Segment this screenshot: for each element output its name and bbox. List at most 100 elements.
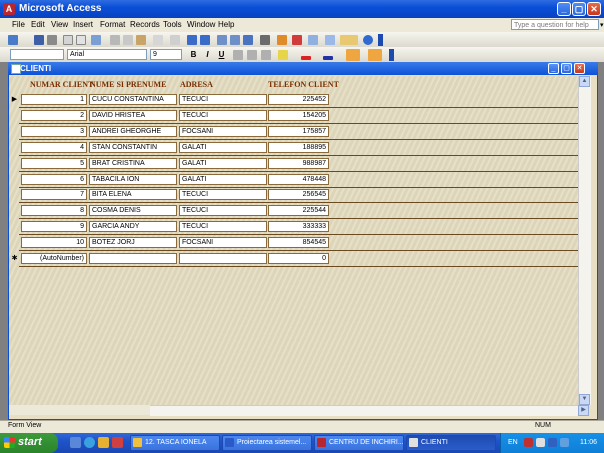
- task-folder[interactable]: 12. TASCA IONELA: [130, 435, 220, 451]
- underline-button[interactable]: U: [216, 49, 227, 60]
- task-word[interactable]: Proiectarea sistemel...: [222, 435, 312, 451]
- special-effect-icon[interactable]: [368, 49, 382, 61]
- hyperlink-icon[interactable]: [170, 35, 180, 45]
- field-name[interactable]: GARCIA ANDY: [89, 221, 177, 233]
- field-address[interactable]: TECUCI: [179, 205, 267, 217]
- task-access-db[interactable]: CENTRU DE INCHIRI...: [314, 435, 404, 451]
- field-address[interactable]: GALATI: [179, 173, 267, 185]
- field-id[interactable]: 2: [21, 109, 87, 121]
- toolbar-options-icon[interactable]: [378, 34, 383, 46]
- field-name[interactable]: BITA ELENA: [89, 189, 177, 201]
- new-object-icon[interactable]: [340, 35, 358, 45]
- copy-icon[interactable]: [123, 35, 133, 45]
- scroll-right-icon[interactable]: ▶: [578, 405, 589, 416]
- field-name[interactable]: COSMA DENIS: [89, 205, 177, 217]
- formatting-options-icon[interactable]: [389, 49, 394, 61]
- field-id[interactable]: 6: [21, 173, 87, 185]
- filter-by-selection-icon[interactable]: [217, 35, 227, 45]
- field-address[interactable]: TECUCI: [179, 221, 267, 233]
- field-phone[interactable]: 225544: [268, 205, 329, 217]
- field-name[interactable]: DAVID HRISTEA: [89, 109, 177, 121]
- properties-icon[interactable]: [308, 35, 318, 45]
- spelling-icon[interactable]: [91, 35, 101, 45]
- view-icon[interactable]: [8, 35, 18, 45]
- field-address[interactable]: FOCSANI: [179, 237, 267, 249]
- print-icon[interactable]: [63, 35, 73, 45]
- field-name[interactable]: STAN CONSTANTIN: [89, 141, 177, 153]
- field-name[interactable]: BRAT CRISTINA: [89, 157, 177, 169]
- record-selector[interactable]: [10, 173, 19, 187]
- fill-color-icon[interactable]: [278, 50, 288, 60]
- field-address[interactable]: TECUCI: [179, 94, 267, 105]
- horizontal-scrollbar[interactable]: [150, 405, 578, 416]
- field-id[interactable]: 1: [21, 94, 87, 105]
- field-name[interactable]: BOTEZ JORJ: [89, 237, 177, 249]
- field-phone[interactable]: 154205: [268, 109, 329, 121]
- field-id[interactable]: 10: [21, 237, 87, 249]
- field-phone[interactable]: 478448: [268, 173, 329, 185]
- menu-file[interactable]: File: [12, 20, 25, 29]
- line-color-icon[interactable]: [323, 56, 333, 60]
- close-button[interactable]: ✕: [587, 2, 601, 16]
- media-icon[interactable]: [98, 437, 109, 448]
- record-selector[interactable]: [10, 188, 19, 202]
- scroll-up-icon[interactable]: ▲: [579, 76, 590, 87]
- form-close-button[interactable]: ✕: [574, 63, 585, 74]
- undo-icon[interactable]: [153, 35, 163, 45]
- save-icon[interactable]: [34, 35, 44, 45]
- record-selector[interactable]: [10, 204, 19, 218]
- field-phone[interactable]: 333333: [268, 221, 329, 233]
- field-phone[interactable]: 256545: [268, 189, 329, 201]
- task-clienti[interactable]: CLIENTI: [406, 435, 496, 451]
- record-navigator[interactable]: [9, 405, 150, 415]
- font-name-select[interactable]: Arial: [67, 49, 147, 60]
- quicklaunch-icon[interactable]: [112, 437, 123, 448]
- align-right-icon[interactable]: [261, 50, 271, 60]
- field-id[interactable]: 9: [21, 221, 87, 233]
- tray-icon[interactable]: [548, 438, 557, 447]
- field-address[interactable]: GALATI: [179, 157, 267, 169]
- field-name[interactable]: ANDREI GHEORGHE: [89, 125, 177, 137]
- help-search-input[interactable]: Type a question for help: [511, 19, 599, 30]
- font-color-icon[interactable]: [301, 56, 311, 60]
- align-left-icon[interactable]: [233, 50, 243, 60]
- font-size-select[interactable]: 9: [150, 49, 182, 60]
- record-selector[interactable]: ▶: [10, 93, 19, 107]
- field-id[interactable]: 7: [21, 189, 87, 201]
- tray-icon[interactable]: [536, 438, 545, 447]
- vertical-scrollbar[interactable]: [578, 76, 591, 405]
- find-icon[interactable]: [260, 35, 270, 45]
- filter-by-form-icon[interactable]: [230, 35, 240, 45]
- italic-button[interactable]: I: [202, 49, 213, 60]
- maximize-button[interactable]: ▢: [572, 2, 586, 16]
- field-address[interactable]: [179, 253, 267, 264]
- volume-icon[interactable]: [560, 438, 569, 447]
- field-name[interactable]: TABACILA ION: [89, 173, 177, 185]
- tray-icon[interactable]: [524, 438, 533, 447]
- language-indicator[interactable]: EN: [508, 439, 518, 446]
- record-selector[interactable]: [10, 220, 19, 234]
- print-preview-icon[interactable]: [76, 35, 86, 45]
- sort-ascending-icon[interactable]: [187, 35, 197, 45]
- field-phone[interactable]: 0: [268, 253, 329, 264]
- form-title-bar[interactable]: [8, 62, 598, 75]
- help-dropdown-icon[interactable]: ▾: [600, 21, 604, 29]
- field-phone[interactable]: 225452: [268, 94, 329, 105]
- apply-filter-icon[interactable]: [243, 35, 253, 45]
- object-combo[interactable]: [10, 49, 64, 60]
- ie-icon[interactable]: [84, 437, 95, 448]
- scroll-down-icon[interactable]: ▼: [579, 394, 590, 405]
- bold-button[interactable]: B: [188, 49, 199, 60]
- sort-descending-icon[interactable]: [200, 35, 210, 45]
- field-name[interactable]: [89, 253, 177, 264]
- field-id[interactable]: 8: [21, 205, 87, 217]
- field-phone[interactable]: 175857: [268, 125, 329, 137]
- field-phone[interactable]: 988987: [268, 157, 329, 169]
- paste-icon[interactable]: [136, 35, 146, 45]
- field-address[interactable]: TECUCI: [179, 189, 267, 201]
- record-selector[interactable]: [10, 125, 19, 139]
- form-maximize-button[interactable]: ▢: [561, 63, 572, 74]
- field-id[interactable]: 3: [21, 125, 87, 137]
- desktop-icon[interactable]: [70, 437, 81, 448]
- new-record-icon[interactable]: [277, 35, 287, 45]
